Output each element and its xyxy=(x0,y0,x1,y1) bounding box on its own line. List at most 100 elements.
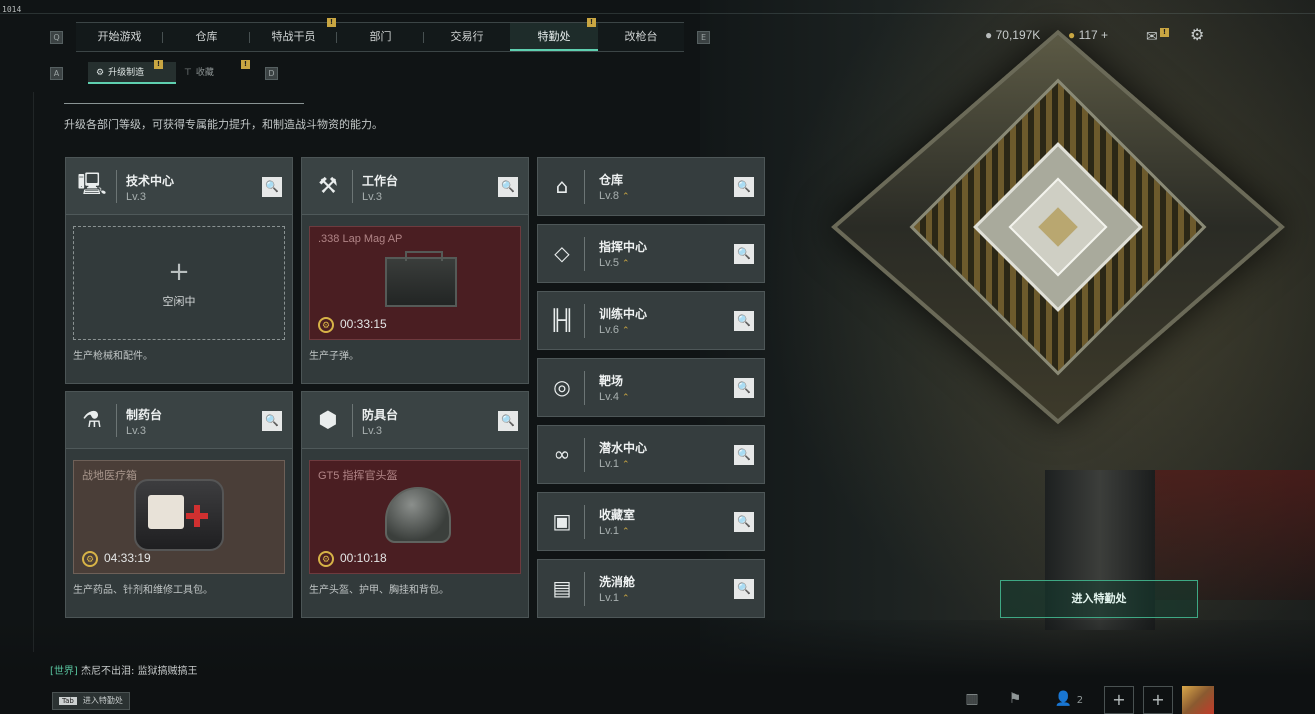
facility-card-tech-center[interactable]: 🖳 技术中心 Lv.3 🔍 + 空闲中 生产枪械和配件。 xyxy=(65,157,293,384)
card-header: ⚗ 制药台 Lv.3 🔍 xyxy=(66,392,292,449)
tab-hint-button[interactable]: Tab 进入特勤处 xyxy=(52,692,130,710)
production-slot[interactable]: GT5 指挥官头盔 ⚙ 00:10:18 xyxy=(309,460,521,574)
card-header: ⬢ 防具台 Lv.3 🔍 xyxy=(302,392,528,449)
facility-card-pharmacy[interactable]: ⚗ 制药台 Lv.3 🔍 战地医疗箱 ⚙ 04:33:19 生产药品、针剂和维修工… xyxy=(65,391,293,618)
mail-icon[interactable]: ✉ xyxy=(1146,28,1158,45)
enter-special-ops-button[interactable]: 进入特勤处 xyxy=(1000,580,1198,618)
diving-mask-icon: ∞ xyxy=(553,442,571,466)
search-icon[interactable]: 🔍 xyxy=(498,411,518,431)
page-description: 升级各部门等级，可获得专属能力提升，和制造战斗物资的能力。 xyxy=(64,118,383,131)
level-value: Lv.5 xyxy=(599,257,619,269)
tab-department[interactable]: 部门 xyxy=(337,23,424,51)
party-members[interactable]: 👤 2 xyxy=(1052,686,1086,712)
facility-level: Lv.3 xyxy=(126,425,146,437)
subtab-collection[interactable]: ⊤ 收藏 xyxy=(176,62,250,84)
next-tab-key[interactable]: E xyxy=(697,31,710,44)
subtab-label: 收藏 xyxy=(195,68,214,78)
facility-card-command-center[interactable]: ◇ 指挥中心 Lv.5 ⌃ 🔍 xyxy=(537,224,765,283)
token-value: 117 + xyxy=(1078,28,1109,42)
search-icon[interactable]: 🔍 xyxy=(734,244,754,264)
upgrade-arrow-icon: ⌃ xyxy=(621,325,630,335)
facility-card-armor-bench[interactable]: ⬢ 防具台 Lv.3 🔍 GT5 指挥官头盔 ⚙ 00:10:18 生产头盔、护甲… xyxy=(301,391,529,618)
search-icon[interactable]: 🔍 xyxy=(262,411,282,431)
tab-label: 仓库 xyxy=(195,30,218,43)
facility-card-collection-room[interactable]: ▣ 收藏室 Lv.1 ⌃ 🔍 xyxy=(537,492,765,551)
search-icon[interactable]: 🔍 xyxy=(734,579,754,599)
special-ops-alert-badge: ! xyxy=(587,18,596,27)
level-value: Lv.6 xyxy=(599,324,619,336)
facility-name: 指挥中心 xyxy=(599,240,648,254)
idle-slot[interactable]: + 空闲中 xyxy=(73,226,285,340)
facility-name: 潜水中心 xyxy=(599,441,648,455)
facility-card-warehouse[interactable]: ⌂ 仓库 Lv.8 ⌃ 🔍 xyxy=(537,157,765,216)
timer-value: 00:33:15 xyxy=(340,317,387,332)
add-member-button[interactable]: + xyxy=(1104,686,1134,714)
facility-level: Lv.8 ⌃ xyxy=(599,190,630,202)
search-icon[interactable]: 🔍 xyxy=(734,311,754,331)
facility-footer: 生产药品、针剂和维修工具包。 xyxy=(73,585,213,596)
facility-name: 技术中心 xyxy=(126,174,175,188)
tools-icon: ⚒ xyxy=(318,173,338,199)
next-subtab-key[interactable]: D xyxy=(265,67,278,80)
chat-text: 监狱搞贼搞王 xyxy=(137,666,198,677)
facility-card-training-center[interactable]: ╟╢ 训练中心 Lv.6 ⌃ 🔍 xyxy=(537,291,765,350)
product-name: .338 Lap Mag AP xyxy=(318,233,403,245)
search-icon[interactable]: 🔍 xyxy=(734,445,754,465)
chat-message[interactable]: [世界] 杰尼不出泪: 监狱搞贼搞王 xyxy=(50,662,198,677)
token-balance[interactable]: ● 117 + xyxy=(1068,28,1108,42)
facility-name: 工作台 xyxy=(362,174,399,188)
search-icon[interactable]: 🔍 xyxy=(734,378,754,398)
production-timer: ⚙ 00:10:18 xyxy=(318,551,387,567)
timer-icon: ⚙ xyxy=(82,551,98,567)
stats-chart-icon[interactable]: ▥ xyxy=(962,686,982,712)
chat-sender: 杰尼不出泪 xyxy=(81,666,131,677)
avatar[interactable] xyxy=(1182,686,1214,714)
ammo-box-image xyxy=(385,251,457,307)
tab-gunsmith[interactable]: 改枪台 xyxy=(598,23,684,51)
search-icon[interactable]: 🔍 xyxy=(262,177,282,197)
prev-subtab-key[interactable]: A xyxy=(50,67,63,80)
search-icon[interactable]: 🔍 xyxy=(734,177,754,197)
upgrade-arrow-icon: ⌃ xyxy=(621,258,630,268)
search-icon[interactable]: 🔍 xyxy=(734,512,754,532)
facility-card-shooting-range[interactable]: ◎ 靶场 Lv.4 ⌃ 🔍 xyxy=(537,358,765,417)
collection-room-icon: ▣ xyxy=(552,509,572,533)
settings-gear-icon[interactable]: ⚙ xyxy=(1190,25,1204,45)
facility-name: 制药台 xyxy=(126,408,163,422)
product-name: 战地医疗箱 xyxy=(82,470,137,482)
timer-value: 04:33:19 xyxy=(104,551,151,566)
coin-icon: ● xyxy=(985,28,993,42)
sub-navigation: ⚙ 升级制造 ⊤ 收藏 xyxy=(76,62,250,84)
description-divider xyxy=(64,103,304,104)
token-icon: ● xyxy=(1068,28,1076,42)
product-name: GT5 指挥官头盔 xyxy=(318,470,398,482)
helmet-image xyxy=(385,487,451,543)
search-icon[interactable]: 🔍 xyxy=(498,177,518,197)
tab-warehouse[interactable]: 仓库 xyxy=(163,23,250,51)
production-timer: ⚙ 00:33:15 xyxy=(318,317,387,333)
production-slot[interactable]: 战地医疗箱 ⚙ 04:33:19 xyxy=(73,460,285,574)
production-timer: ⚙ 04:33:19 xyxy=(82,551,151,567)
tab-start-game[interactable]: 开始游戏 xyxy=(76,23,163,51)
facility-name: 训练中心 xyxy=(599,307,648,321)
tab-special-ops[interactable]: 特勤处 xyxy=(510,23,598,51)
production-slot[interactable]: .338 Lap Mag AP ⚙ 00:33:15 xyxy=(309,226,521,340)
facility-card-workbench[interactable]: ⚒ 工作台 Lv.3 🔍 .338 Lap Mag AP ⚙ 00:33:15 生… xyxy=(301,157,529,384)
facility-card-decon-chamber[interactable]: ▤ 洗消舱 Lv.1 ⌃ 🔍 xyxy=(537,559,765,618)
upgrade-arrow-icon: ⌃ xyxy=(621,526,630,536)
prev-tab-key[interactable]: Q xyxy=(50,31,63,44)
tab-trading[interactable]: 交易行 xyxy=(424,23,510,51)
timer-value: 00:10:18 xyxy=(340,551,387,566)
tab-label: 特勤处 xyxy=(537,30,571,43)
warehouse-icon: ⌂ xyxy=(555,174,569,198)
tab-operators[interactable]: 特战干员 xyxy=(250,23,337,51)
tab-key: Tab xyxy=(59,697,77,705)
person-icon: 👤 xyxy=(1054,691,1073,707)
timer-icon: ⚙ xyxy=(318,317,334,333)
facility-card-diving-center[interactable]: ∞ 潜水中心 Lv.1 ⌃ 🔍 xyxy=(537,425,765,484)
add-member-button-2[interactable]: + xyxy=(1143,686,1173,714)
timer-icon: ⚙ xyxy=(318,551,334,567)
flag-icon[interactable]: ⚑ xyxy=(1005,686,1025,712)
facility-name: 收藏室 xyxy=(599,508,636,522)
facility-level: Lv.3 xyxy=(126,191,146,203)
